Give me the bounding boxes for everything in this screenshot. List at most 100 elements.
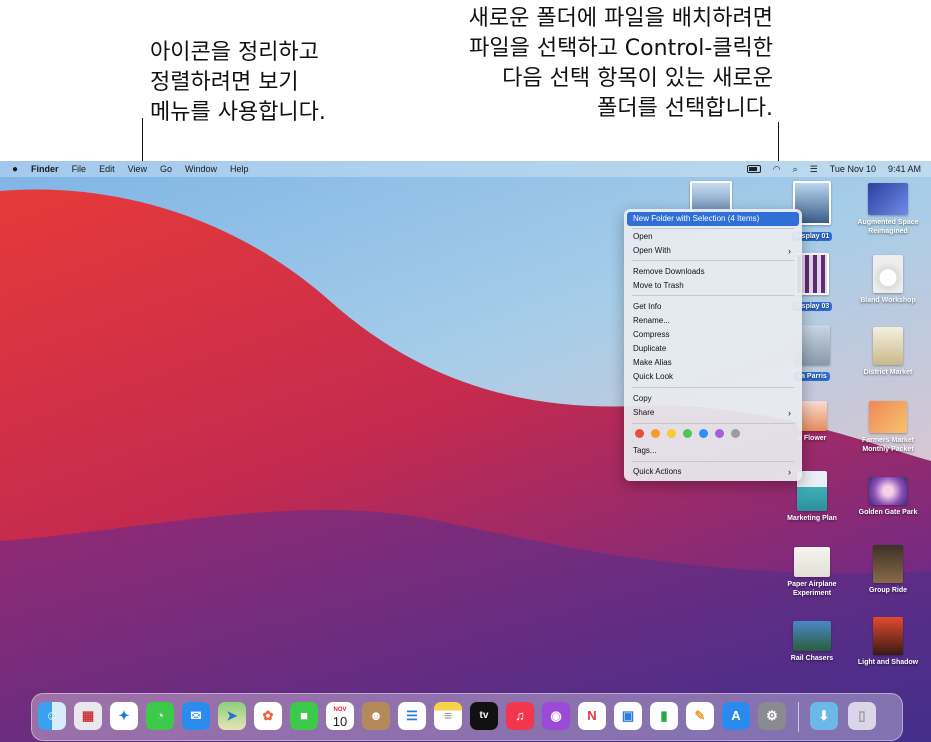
tag-color-dot[interactable] (715, 429, 724, 438)
news-icon[interactable]: N (578, 702, 606, 730)
numbers-icon[interactable]: ▮ (650, 702, 678, 730)
file-thumbnail (869, 401, 907, 433)
desktop-icon[interactable]: District Market (848, 327, 928, 377)
file-thumbnail (873, 255, 903, 293)
menu-separator (632, 423, 794, 424)
notes-icon[interactable]: ≡ (434, 702, 462, 730)
menu-item-quick-actions[interactable]: Quick Actions › (627, 465, 799, 479)
file-label: District Market (863, 369, 913, 376)
calendar-day: 10 (332, 714, 348, 729)
music-icon[interactable]: ♫ (506, 702, 534, 730)
chevron-right-icon: › (788, 246, 791, 256)
menu-go[interactable]: Go (160, 164, 172, 174)
menu-edit[interactable]: Edit (99, 164, 115, 174)
desktop-icon[interactable]: Paper Airplane Experiment (772, 547, 852, 598)
menu-item-duplicate[interactable]: Duplicate (627, 342, 799, 356)
menu-window[interactable]: Window (185, 164, 217, 174)
file-thumbnail (873, 327, 903, 365)
tag-color-dot[interactable] (731, 429, 740, 438)
menu-item-quick-look[interactable]: Quick Look (627, 370, 799, 384)
context-menu: New Folder with Selection (4 Items) Open… (624, 209, 802, 481)
file-label: Farmers Market Monthly Packet (861, 437, 915, 453)
menu-separator (632, 295, 794, 296)
menu-item-tags[interactable]: Tags... (627, 444, 799, 458)
trash-icon[interactable]: ▯ (848, 702, 876, 730)
apple-menu-icon[interactable]: ● (12, 164, 18, 175)
calendar-icon[interactable]: NOV 10 (326, 702, 354, 730)
tv-label: tv (479, 710, 489, 721)
menu-separator (632, 260, 794, 261)
finder-icon[interactable]: ☺ (38, 702, 66, 730)
tv-icon[interactable]: tv (470, 702, 498, 730)
dock-separator (798, 702, 799, 732)
menu-file[interactable]: File (72, 164, 87, 174)
search-icon[interactable]: ⌕ (793, 164, 798, 175)
control-center-icon[interactable]: ☰ (810, 164, 818, 175)
menu-separator (632, 228, 794, 229)
file-label: Golden Gate Park (858, 509, 918, 516)
menubar-date[interactable]: Tue Nov 10 (830, 164, 876, 174)
menu-item-copy[interactable]: Copy (627, 392, 799, 406)
photos-icon[interactable]: ✿ (254, 702, 282, 730)
launchpad-icon[interactable]: ▦ (74, 702, 102, 730)
menu-item-rename[interactable]: Rename... (627, 314, 799, 328)
menu-separator (632, 461, 794, 462)
messages-icon[interactable]: ◔ (146, 702, 174, 730)
desktop-icon[interactable]: Bland Workshop (848, 255, 928, 305)
app-store-icon[interactable]: A (722, 702, 750, 730)
menu-item-move-to-trash[interactable]: Move to Trash (627, 279, 799, 293)
menu-view[interactable]: View (128, 164, 147, 174)
file-thumbnail (793, 621, 831, 651)
chevron-right-icon: › (788, 408, 791, 418)
maps-icon[interactable]: ➤ (218, 702, 246, 730)
mail-icon[interactable]: ✉ (182, 702, 210, 730)
callout-new-folder: 새로운 폴더에 파일을 배치하려면 파일을 선택하고 Control-클릭한 다… (468, 6, 773, 121)
dock: ☺ ▦ ✦ ◔ ✉ ➤ ✿ ■ NOV 10 ☻ ☰ ≡ tv ♫ ◉ N ▣ … (31, 693, 903, 741)
desktop-icon[interactable]: Augmented Space Reimagined (848, 183, 928, 236)
menubar-time[interactable]: 9:41 AM (888, 164, 921, 174)
menu-finder[interactable]: Finder (31, 164, 59, 174)
tag-color-dot[interactable] (667, 429, 676, 438)
keynote-icon[interactable]: ▣ (614, 702, 642, 730)
callout-view-menu: 아이콘을 정리하고 정렬하려면 보기 메뉴를 사용합니다. (150, 40, 326, 125)
file-thumbnail (873, 545, 903, 583)
menu-item-open-with[interactable]: Open With › (627, 244, 799, 258)
menu-item-make-alias[interactable]: Make Alias (627, 356, 799, 370)
file-thumbnail (869, 477, 907, 505)
podcasts-icon[interactable]: ◉ (542, 702, 570, 730)
facetime-icon[interactable]: ■ (290, 702, 318, 730)
menu-help[interactable]: Help (230, 164, 249, 174)
file-label: Group Ride (868, 587, 908, 594)
menu-item-get-info[interactable]: Get Info (627, 300, 799, 314)
file-label: Paper Airplane Experiment (787, 581, 837, 597)
file-thumbnail (873, 617, 903, 655)
battery-icon[interactable] (746, 165, 761, 173)
contacts-icon[interactable]: ☻ (362, 702, 390, 730)
system-preferences-icon[interactable]: ⚙ (758, 702, 786, 730)
desktop-icon[interactable]: Group Ride (848, 545, 928, 595)
tag-color-dot[interactable] (651, 429, 660, 438)
menu-item-open[interactable]: Open (627, 230, 799, 244)
menu-item-remove-downloads[interactable]: Remove Downloads (627, 265, 799, 279)
reminders-icon[interactable]: ☰ (398, 702, 426, 730)
desktop-icon[interactable]: Golden Gate Park (848, 477, 928, 517)
menu-item-share[interactable]: Share › (627, 406, 799, 420)
menu-item-compress[interactable]: Compress (627, 328, 799, 342)
tag-color-dot[interactable] (635, 429, 644, 438)
pages-icon[interactable]: ✎ (686, 702, 714, 730)
wifi-icon[interactable]: ◠ (773, 164, 781, 175)
desktop-icon[interactable]: Rail Chasers (772, 621, 852, 663)
leader-line-left (142, 118, 143, 164)
downloads-folder-icon[interactable]: ⬇ (810, 702, 838, 730)
safari-icon[interactable]: ✦ (110, 702, 138, 730)
tag-color-dot[interactable] (699, 429, 708, 438)
tag-color-dot[interactable] (683, 429, 692, 438)
file-thumbnail (868, 183, 908, 215)
desktop-icon[interactable]: Farmers Market Monthly Packet (848, 401, 928, 454)
desktop-icon[interactable]: Light and Shadow (848, 617, 928, 667)
desktop-screen: ● Finder File Edit View Go Window Help ◠… (0, 161, 931, 742)
file-label: Marketing Plan (787, 515, 837, 522)
menu-item-new-folder-with-selection[interactable]: New Folder with Selection (4 Items) (627, 212, 799, 226)
file-label: Light and Shadow (857, 659, 919, 666)
menu-bar: ● Finder File Edit View Go Window Help ◠… (0, 161, 931, 177)
